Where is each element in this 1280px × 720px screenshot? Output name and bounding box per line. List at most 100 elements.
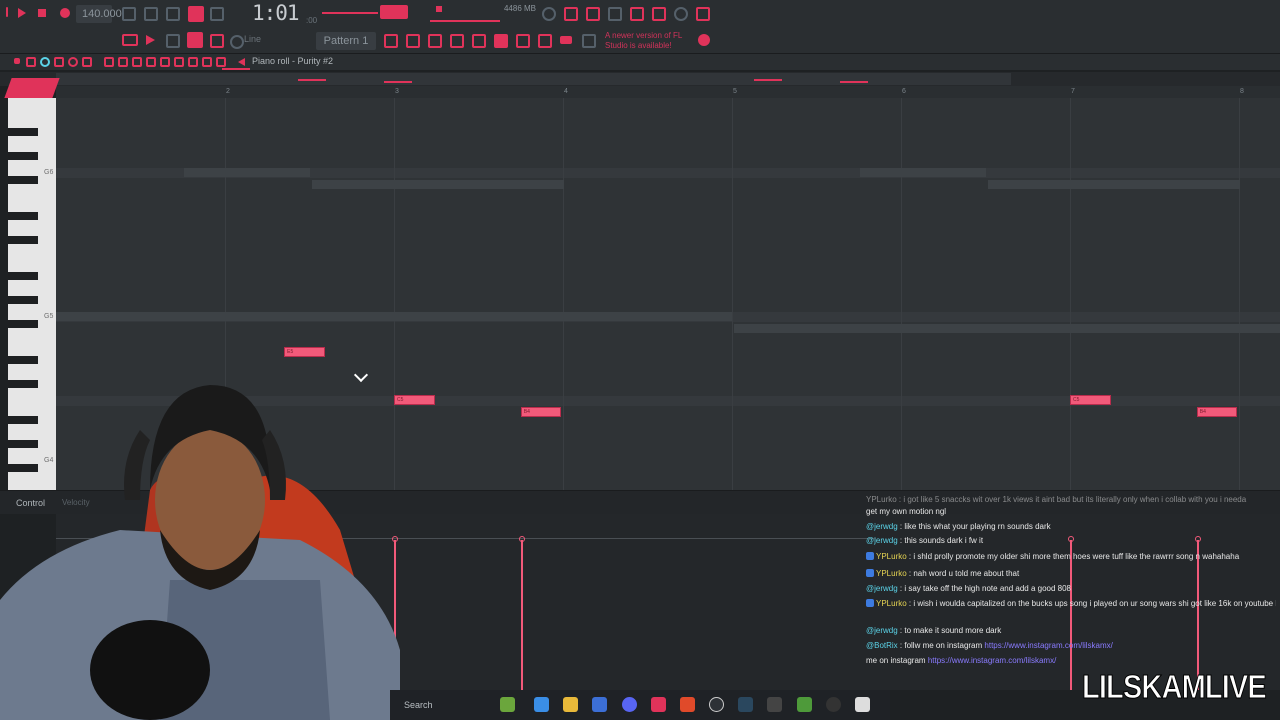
velocity-handle[interactable] xyxy=(518,536,525,542)
link-icon[interactable] xyxy=(560,36,572,44)
select-icon[interactable] xyxy=(174,57,184,67)
play-icon[interactable] xyxy=(18,8,26,18)
playback-icon[interactable] xyxy=(54,57,64,67)
chat-username[interactable]: @BotRix xyxy=(866,641,898,650)
chat-text: : follw me on instagram xyxy=(897,641,983,650)
microphone-icon[interactable] xyxy=(586,7,600,21)
menu-arrow-icon[interactable] xyxy=(14,58,20,64)
playlist-icon[interactable] xyxy=(406,34,420,48)
stamp-icon[interactable] xyxy=(40,57,50,67)
chat-username[interactable]: YPLurko xyxy=(876,552,907,561)
app-icon-chrome[interactable] xyxy=(709,697,724,712)
midi-note[interactable]: B4 xyxy=(1196,407,1238,417)
app-icon-explorer[interactable] xyxy=(563,697,578,712)
black-key[interactable] xyxy=(8,356,38,364)
zoom-icon[interactable] xyxy=(188,57,198,67)
cut-icon[interactable] xyxy=(564,7,578,21)
black-key[interactable] xyxy=(8,236,38,244)
tools-icon[interactable] xyxy=(538,34,552,48)
news-icon[interactable] xyxy=(698,34,710,46)
countdown-icon[interactable] xyxy=(166,7,180,21)
chat-username[interactable]: @jerwdg xyxy=(866,626,898,635)
chat-icon[interactable] xyxy=(674,7,688,21)
chat-link[interactable]: https://www.instagram.com/lilskamx/ xyxy=(926,656,1056,665)
black-key[interactable] xyxy=(8,152,38,160)
mixer-icon[interactable] xyxy=(652,7,666,21)
brush-icon[interactable] xyxy=(118,57,128,67)
chat-username[interactable]: YPLurko xyxy=(876,569,907,578)
mute-icon[interactable] xyxy=(146,57,156,67)
app-icon-capcut[interactable] xyxy=(855,697,870,712)
magnet-snap-icon[interactable] xyxy=(26,57,36,67)
black-key[interactable] xyxy=(8,320,38,328)
draw-icon[interactable] xyxy=(187,32,203,48)
app-icon-4k[interactable] xyxy=(826,697,841,712)
scrollbar-thumb[interactable] xyxy=(56,73,1011,85)
chat-username[interactable]: YPLurko xyxy=(876,599,907,608)
midi-note[interactable]: B4 xyxy=(520,407,562,417)
app-icon-fl-studio[interactable] xyxy=(651,697,666,712)
chat-message: @jerwdg : like this what your playing rn… xyxy=(866,521,1276,532)
chat-link[interactable]: https://www.instagram.com/lilskamx/ xyxy=(982,641,1112,650)
ghost-note xyxy=(734,324,1280,333)
chat-username[interactable]: @jerwdg xyxy=(866,522,898,531)
keyboard-icon[interactable] xyxy=(122,34,138,46)
app-icon-bluestacks[interactable] xyxy=(797,697,812,712)
midi-note[interactable]: E5 xyxy=(284,347,325,357)
black-key[interactable] xyxy=(8,296,38,304)
settings-small-icon[interactable] xyxy=(82,57,92,67)
stop-icon[interactable] xyxy=(38,9,46,17)
wait-icon[interactable] xyxy=(144,7,158,21)
velocity-bar[interactable] xyxy=(520,540,523,690)
back-arrow-icon[interactable] xyxy=(238,58,245,66)
app-icon-files[interactable] xyxy=(500,697,515,712)
black-key[interactable] xyxy=(8,128,38,136)
browser-icon[interactable] xyxy=(494,34,508,48)
chat-username[interactable]: @jerwdg xyxy=(866,536,898,545)
pencil-icon[interactable] xyxy=(104,57,114,67)
midi-note[interactable]: C5 xyxy=(1070,395,1111,405)
mixer-toggle-icon[interactable] xyxy=(450,34,464,48)
delete-icon[interactable] xyxy=(132,57,142,67)
channel-rack-icon[interactable] xyxy=(428,34,442,48)
magnet-icon[interactable] xyxy=(230,35,244,49)
info-icon[interactable] xyxy=(582,34,596,48)
loop-record-icon[interactable] xyxy=(188,6,204,22)
update-notice[interactable]: A newer version of FL Studio is availabl… xyxy=(605,31,695,51)
piano-roll-icon[interactable] xyxy=(472,34,486,48)
tempo-display[interactable]: 140.000 xyxy=(76,5,122,23)
app-icon-brave[interactable] xyxy=(680,697,695,712)
black-key[interactable] xyxy=(8,272,38,280)
app-icon-store[interactable] xyxy=(592,697,607,712)
app-icon-mpc[interactable] xyxy=(767,697,782,712)
metronome-icon[interactable] xyxy=(122,7,136,21)
app-icon-steam[interactable] xyxy=(738,697,753,712)
download-icon[interactable] xyxy=(696,7,710,21)
plugin-icon[interactable] xyxy=(516,34,530,48)
record-icon[interactable] xyxy=(60,8,70,18)
record-small-icon[interactable] xyxy=(68,57,78,67)
cpu-icon[interactable] xyxy=(542,7,556,21)
pattern-add-icon[interactable] xyxy=(384,34,398,48)
pattern-selector[interactable]: Pattern 1 xyxy=(316,32,376,50)
app-icon-copilot[interactable] xyxy=(534,697,549,712)
slice-icon[interactable] xyxy=(160,57,170,67)
step-icon[interactable] xyxy=(166,34,180,48)
save-icon[interactable] xyxy=(630,7,644,21)
speaker-icon[interactable] xyxy=(216,57,226,67)
playback-tool-icon[interactable] xyxy=(202,57,212,67)
chat-username[interactable]: @jerwdg xyxy=(866,584,898,593)
snap-setting[interactable]: Line xyxy=(244,34,261,44)
arrow-icon[interactable] xyxy=(146,35,155,45)
master-volume-slider[interactable] xyxy=(322,12,378,14)
chat-message: @BotRix : follw me on instagram https://… xyxy=(866,640,1276,651)
black-key[interactable] xyxy=(8,212,38,220)
midi-note[interactable]: C5 xyxy=(394,395,435,405)
taskbar-search[interactable]: Search xyxy=(400,696,490,714)
black-key[interactable] xyxy=(8,176,38,184)
app-icon-discord[interactable] xyxy=(622,697,637,712)
blend-icon[interactable] xyxy=(210,7,224,21)
help-icon[interactable] xyxy=(608,7,622,21)
timeline-ruler[interactable] xyxy=(56,86,1280,98)
paint-icon[interactable] xyxy=(210,34,224,48)
